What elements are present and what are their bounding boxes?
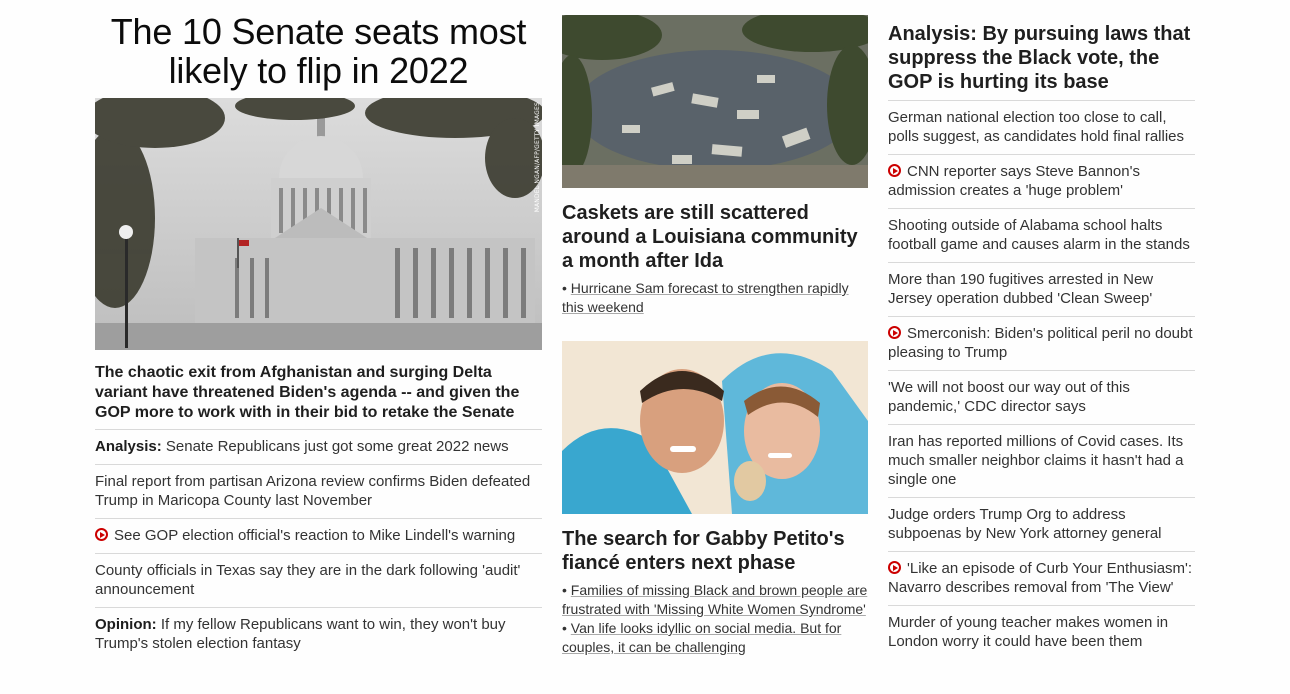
list-item[interactable]: Final report from partisan Arizona revie… [95, 464, 542, 518]
item-text: CNN reporter says Steve Bannon's admissi… [888, 163, 1140, 199]
story-headline[interactable]: The search for Gabby Petito's fiancé ent… [562, 527, 868, 575]
photo-credit: MANDEL NGAN/AFP/GETTY IMAGES [534, 102, 541, 213]
video-play-icon [888, 561, 901, 574]
list-item[interactable]: More than 190 fugitives arrested in New … [888, 262, 1195, 316]
item-text: 'Like an episode of Curb Your Enthusiasm… [888, 560, 1193, 596]
middle-column: Caskets are still scattered around a Lou… [542, 8, 882, 657]
item-text: If my fellow Republicans want to win, th… [95, 616, 506, 652]
item-text: Senate Republicans just got some great 2… [165, 438, 509, 455]
story-bullet[interactable]: • Families of missing Black and brown pe… [562, 581, 868, 619]
list-item[interactable]: Opinion: If my fellow Republicans want t… [95, 607, 542, 661]
item-text: German national election too close to ca… [888, 109, 1185, 145]
list-item[interactable]: 'Like an episode of Curb Your Enthusiasm… [888, 551, 1195, 605]
list-item[interactable]: CNN reporter says Steve Bannon's admissi… [888, 154, 1195, 208]
item-text: County officials in Texas say they are i… [95, 562, 521, 598]
list-item[interactable]: Smerconish: Biden's political peril no d… [888, 316, 1195, 370]
video-play-icon [888, 326, 901, 339]
list-item[interactable]: Judge orders Trump Org to address subpoe… [888, 497, 1195, 551]
lead-caption[interactable]: The chaotic exit from Afghanistan and su… [95, 363, 542, 423]
story-bullet[interactable]: • Hurricane Sam forecast to strengthen r… [562, 279, 868, 317]
video-play-icon [888, 164, 901, 177]
news-page: The 10 Senate seats most likely to flip … [0, 0, 1290, 694]
analysis-headline[interactable]: Analysis: By pursuing laws that suppress… [888, 22, 1195, 94]
list-item[interactable]: Iran has reported millions of Covid case… [888, 424, 1195, 497]
item-text: 'We will not boost our way out of this p… [888, 379, 1130, 415]
caskets-flood-image[interactable] [542, 8, 882, 188]
item-text: Smerconish: Biden's political peril no d… [888, 325, 1193, 361]
item-text: Final report from partisan Arizona revie… [95, 473, 531, 509]
story-bullet[interactable]: • Van life looks idyllic on social media… [562, 619, 868, 657]
item-prefix: Analysis: [95, 438, 162, 455]
item-prefix: Opinion: [95, 616, 157, 633]
capitol-image [95, 98, 542, 350]
headlines-column: Analysis: By pursuing laws that suppress… [888, 22, 1195, 659]
bullet-link[interactable]: Hurricane Sam forecast to strengthen rap… [562, 280, 849, 315]
item-text: Judge orders Trump Org to address subpoe… [888, 506, 1162, 542]
list-item[interactable]: 'We will not boost our way out of this p… [888, 370, 1195, 424]
bullet-link[interactable]: Families of missing Black and brown peop… [562, 582, 867, 617]
list-item[interactable]: German national election too close to ca… [888, 100, 1195, 154]
item-text: Shooting outside of Alabama school halts… [888, 217, 1190, 253]
item-text: Iran has reported millions of Covid case… [888, 433, 1184, 488]
lead-story-column: The 10 Senate seats most likely to flip … [95, 12, 542, 661]
list-item[interactable]: Analysis: Senate Republicans just got so… [95, 429, 542, 464]
story-headline[interactable]: Caskets are still scattered around a Lou… [562, 201, 868, 273]
list-item[interactable]: Murder of young teacher makes women in L… [888, 605, 1195, 659]
couple-selfie-image[interactable] [562, 341, 868, 514]
lead-headline[interactable]: The 10 Senate seats most likely to flip … [95, 12, 542, 90]
item-text: See GOP election official's reaction to … [114, 527, 516, 544]
list-item[interactable]: See GOP election official's reaction to … [95, 518, 542, 553]
bullet-link[interactable]: Van life looks idyllic on social media. … [562, 620, 841, 655]
item-text: More than 190 fugitives arrested in New … [888, 271, 1154, 307]
capitol-photo[interactable]: MANDEL NGAN/AFP/GETTY IMAGES [95, 98, 542, 355]
item-text: Murder of young teacher makes women in L… [888, 614, 1169, 650]
list-item[interactable]: Shooting outside of Alabama school halts… [888, 208, 1195, 262]
video-play-icon [95, 528, 108, 541]
list-item[interactable]: County officials in Texas say they are i… [95, 553, 542, 607]
